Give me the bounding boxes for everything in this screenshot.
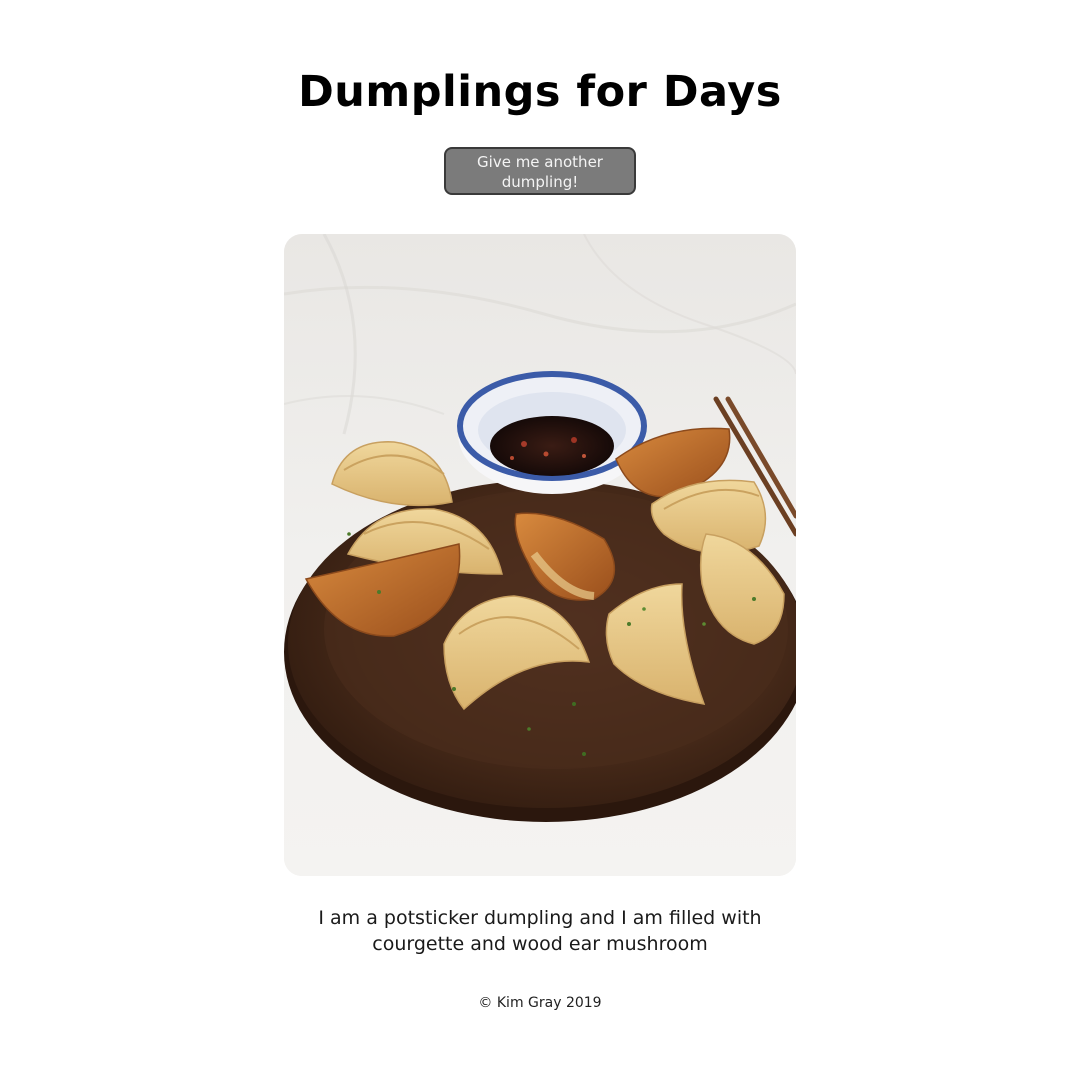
- page-title: Dumplings for Days: [298, 67, 782, 117]
- copyright-footer: © Kim Gray 2019: [478, 995, 602, 1011]
- another-dumpling-button[interactable]: Give me another dumpling!: [444, 147, 636, 195]
- dumpling-caption: I am a potsticker dumpling and I am fill…: [318, 907, 762, 955]
- page: Dumplings for Days Give me another dumpl…: [0, 0, 1080, 1080]
- dumpling-photo: [284, 234, 796, 876]
